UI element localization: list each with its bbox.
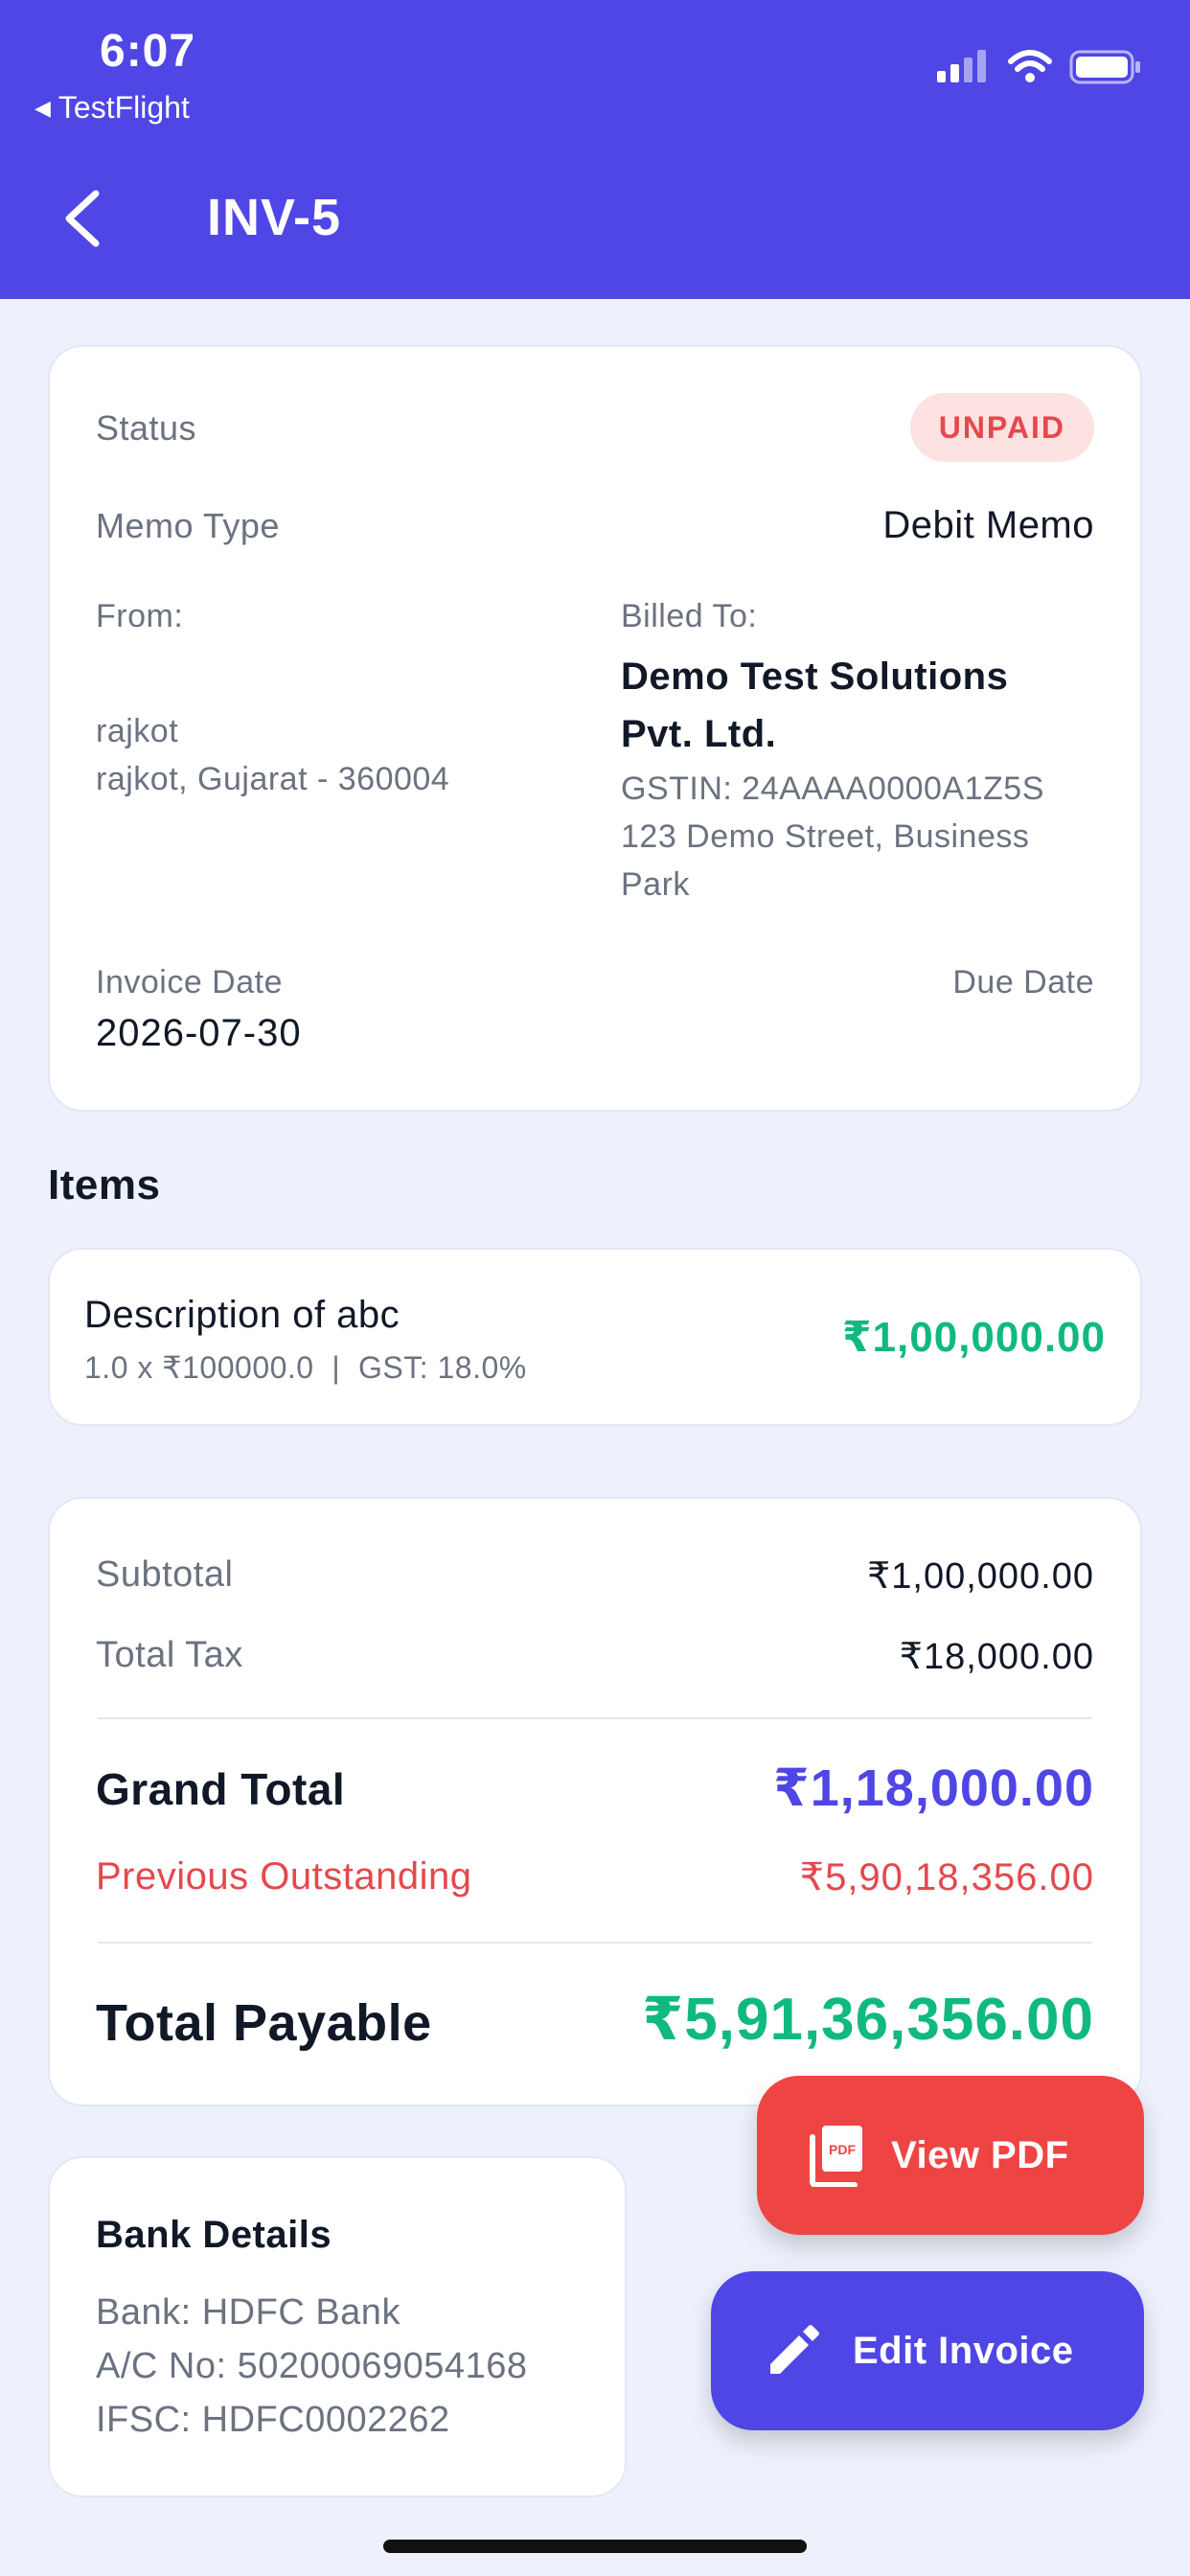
total-tax-label: Total Tax: [96, 1635, 243, 1675]
billed-to-label: Billed To:: [621, 598, 758, 634]
previous-outstanding-label: Previous Outstanding: [96, 1855, 472, 1898]
from-line-1: rajkot: [96, 713, 179, 749]
status-time: 6:07: [100, 26, 196, 77]
app-header: 6:07 ◀ TestFlight INV-5: [0, 0, 1190, 299]
page-title: INV-5: [207, 189, 342, 246]
billed-to-name-line-1: Demo Test Solutions: [621, 656, 1009, 698]
items-heading: Items: [48, 1162, 161, 1208]
billed-gstin: GSTIN: 24AAAA0000A1Z5S: [621, 770, 1044, 807]
pdf-icon: PDF: [810, 2126, 862, 2187]
total-payable-value: ₹5,91,36,356.00: [642, 1987, 1094, 2053]
from-line-2: rajkot, Gujarat - 360004: [96, 761, 450, 797]
item-title: Description of abc: [84, 1294, 400, 1336]
edit-invoice-label: Edit Invoice: [853, 2329, 1074, 2372]
svg-text:PDF: PDF: [829, 2142, 856, 2157]
total-payable-label: Total Payable: [96, 1994, 432, 2052]
bank-ifsc: IFSC: HDFC0002262: [96, 2400, 450, 2440]
billed-to-name-line-2: Pvt. Ltd.: [621, 713, 777, 755]
invoice-info-card: Status UNPAID Memo Type Debit Memo From:…: [48, 345, 1142, 1112]
subtotal-value: ₹1,00,000.00: [867, 1556, 1094, 1597]
previous-outstanding-value: ₹5,90,18,356.00: [799, 1856, 1094, 1898]
bank-account: A/C No: 50200069054168: [96, 2346, 528, 2386]
status-label: Status: [96, 408, 197, 448]
view-pdf-label: View PDF: [891, 2133, 1069, 2176]
bank-name: Bank: HDFC Bank: [96, 2292, 400, 2333]
subtotal-label: Subtotal: [96, 1554, 234, 1595]
home-indicator[interactable]: [383, 2540, 807, 2553]
grand-total-label: Grand Total: [96, 1764, 346, 1814]
battery-icon: [1069, 50, 1140, 84]
back-app-label: TestFlight: [57, 90, 190, 125]
bank-details-card: Bank Details Bank: HDFC Bank A/C No: 502…: [48, 2156, 627, 2497]
view-pdf-button[interactable]: PDF View PDF: [757, 2076, 1144, 2235]
back-triangle-icon: ◀: [34, 95, 51, 120]
testflight-back-link[interactable]: ◀ TestFlight: [34, 90, 190, 126]
memo-type-value: Debit Memo: [882, 504, 1094, 546]
total-tax-value: ₹18,000.00: [899, 1637, 1094, 1677]
totals-divider-2: [98, 1942, 1092, 1944]
from-label: From:: [96, 598, 184, 634]
due-date-label: Due Date: [952, 964, 1094, 1000]
edit-invoice-button[interactable]: Edit Invoice: [711, 2271, 1144, 2430]
invoice-date-value: 2026-07-30: [96, 1012, 302, 1054]
billed-address-line-1: 123 Demo Street, Business: [621, 818, 1030, 855]
list-item[interactable]: Description of abc 1.0 x ₹100000.0 | GST…: [48, 1248, 1142, 1426]
status-icons: [937, 50, 1142, 84]
back-chevron-icon[interactable]: [57, 188, 107, 249]
pencil-icon: [770, 2325, 819, 2374]
billed-address-line-2: Park: [621, 866, 690, 903]
memo-type-label: Memo Type: [96, 506, 280, 545]
totals-divider-1: [98, 1717, 1092, 1719]
wifi-icon: [1008, 50, 1052, 82]
invoice-date-label: Invoice Date: [96, 964, 283, 1000]
item-amount: ₹1,00,000.00: [841, 1314, 1106, 1361]
grand-total-value: ₹1,18,000.00: [773, 1760, 1094, 1817]
bank-details-heading: Bank Details: [96, 2214, 332, 2256]
signal-icon: [937, 50, 986, 82]
totals-card: Subtotal ₹1,00,000.00 Total Tax ₹18,000.…: [48, 1497, 1142, 2106]
item-meta: 1.0 x ₹100000.0 | GST: 18.0%: [84, 1350, 527, 1385]
status-badge: UNPAID: [909, 393, 1094, 462]
